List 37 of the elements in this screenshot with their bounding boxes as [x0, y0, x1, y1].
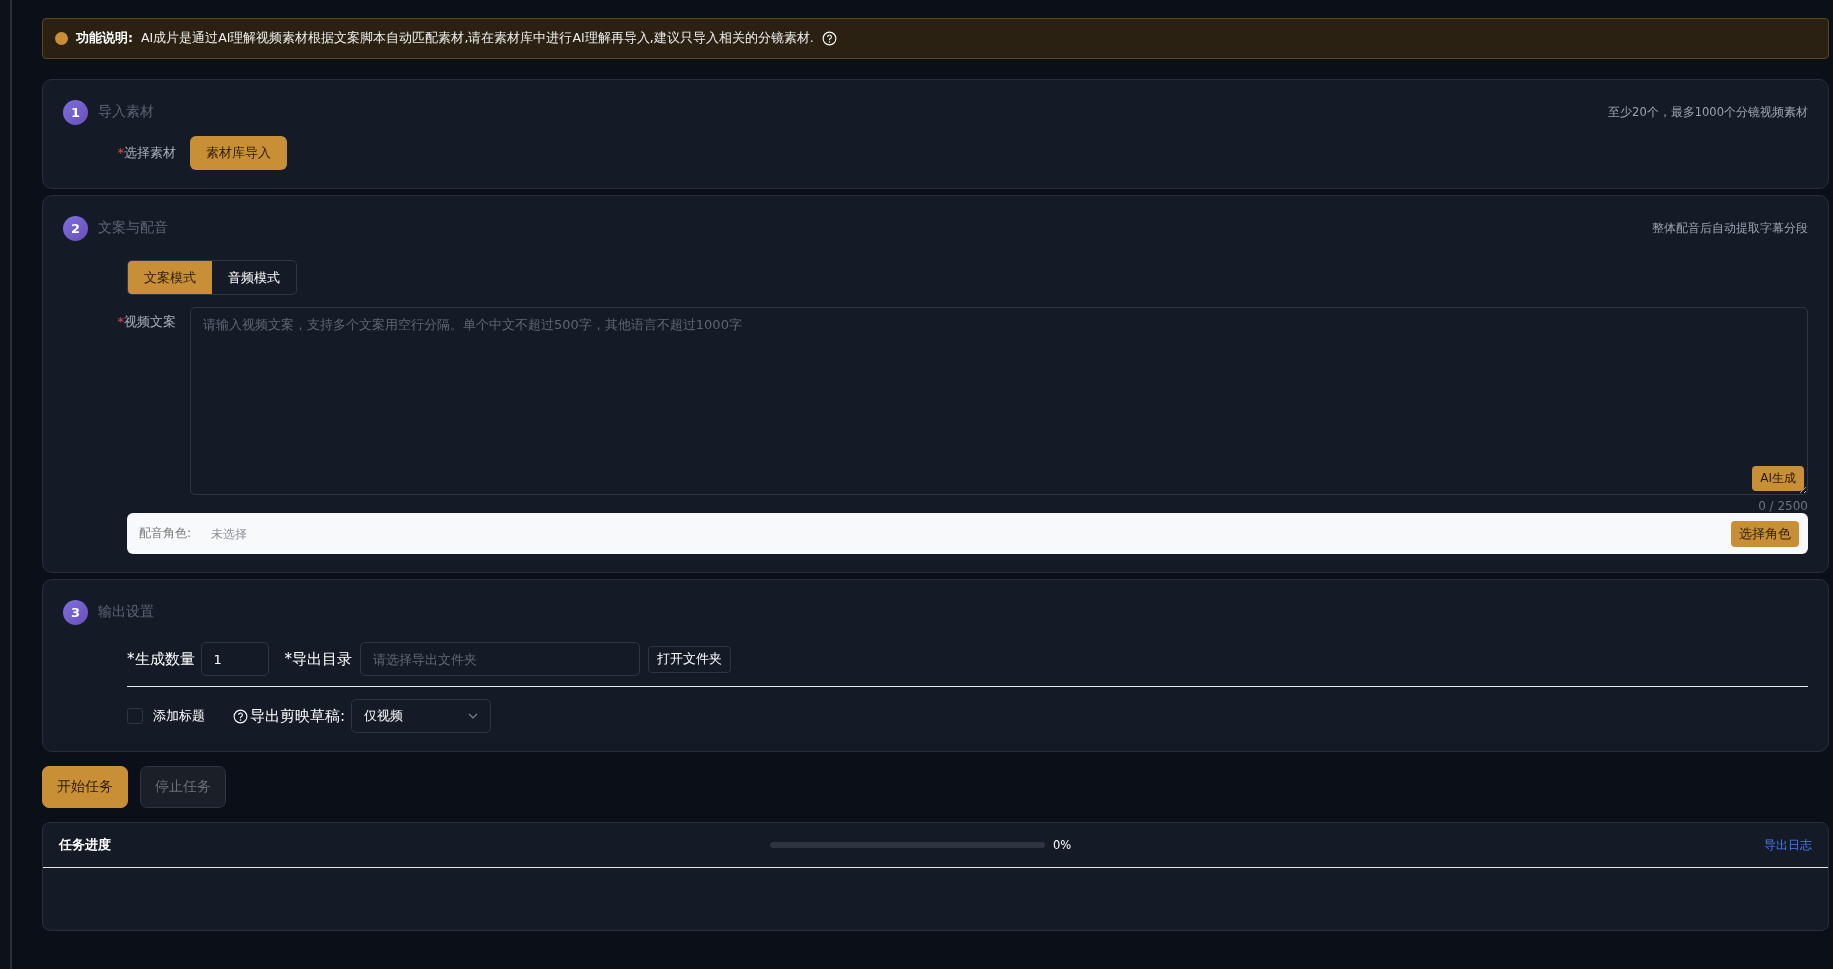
chevron-down-icon [468, 713, 479, 719]
mode-tab[interactable]: 文案模式 [128, 261, 212, 294]
directory-field[interactable]: 请选择导出文件夹 [360, 642, 640, 676]
help-icon [233, 708, 248, 724]
open-folder-button[interactable]: 打开文件夹 [648, 645, 731, 673]
step-number: 3 [63, 599, 88, 625]
export-log-link[interactable]: 导出日志 [1764, 836, 1812, 854]
mode-tab[interactable]: 音频模式 [212, 261, 296, 294]
import-button[interactable]: 素材库导入 [190, 136, 287, 170]
field-label: *视频文案 [116, 313, 176, 331]
progress-title: 任务进度 [59, 836, 112, 854]
notice-label: 功能说明: [76, 30, 133, 47]
step-number: 2 [63, 215, 88, 241]
section-hint: 至少20个，最多1000个分镜视频素材 [1608, 104, 1808, 120]
task-button[interactable]: 开始任务 [42, 766, 128, 808]
select-voice-button[interactable]: 选择角色 [1731, 520, 1799, 547]
directory-label: *导出目录 [284, 649, 352, 669]
draft-label: 导出剪映草稿: [250, 706, 346, 726]
progress-reading: 0% [1053, 838, 1073, 852]
voice-input[interactable]: 未选择 [209, 525, 1713, 542]
checkbox[interactable] [127, 708, 143, 724]
section-title: 导入素材 [98, 103, 155, 121]
section-title: 输出设置 [98, 603, 155, 621]
section-title: 文案与配音 [98, 219, 169, 237]
section-hint: 整体配音后自动提取字幕分段 [1652, 220, 1808, 236]
voice-field[interactable]: 配音角色: 未选择 选择角色 [127, 513, 1808, 554]
voice-label: 配音角色: [139, 525, 192, 542]
step-number: 1 [63, 99, 88, 125]
count-field[interactable]: 1 [200, 642, 269, 676]
ai-generate-button[interactable]: AI生成 [1752, 466, 1804, 491]
count-label: *生成数量 [127, 649, 195, 669]
help-icon [821, 31, 837, 46]
draft-select[interactable]: 仅视频 [351, 699, 492, 733]
field-label: *选择素材 [116, 144, 176, 162]
character-count: 0 / 2500 [1758, 499, 1808, 513]
notice-text: AI成片是通过AI理解视频素材根据文案脚本自动匹配素材,请在素材库中进行AI理解再导入,建议只导入相关的分镜素材. [141, 30, 814, 47]
checkbox-label: 添加标题 [153, 707, 205, 725]
